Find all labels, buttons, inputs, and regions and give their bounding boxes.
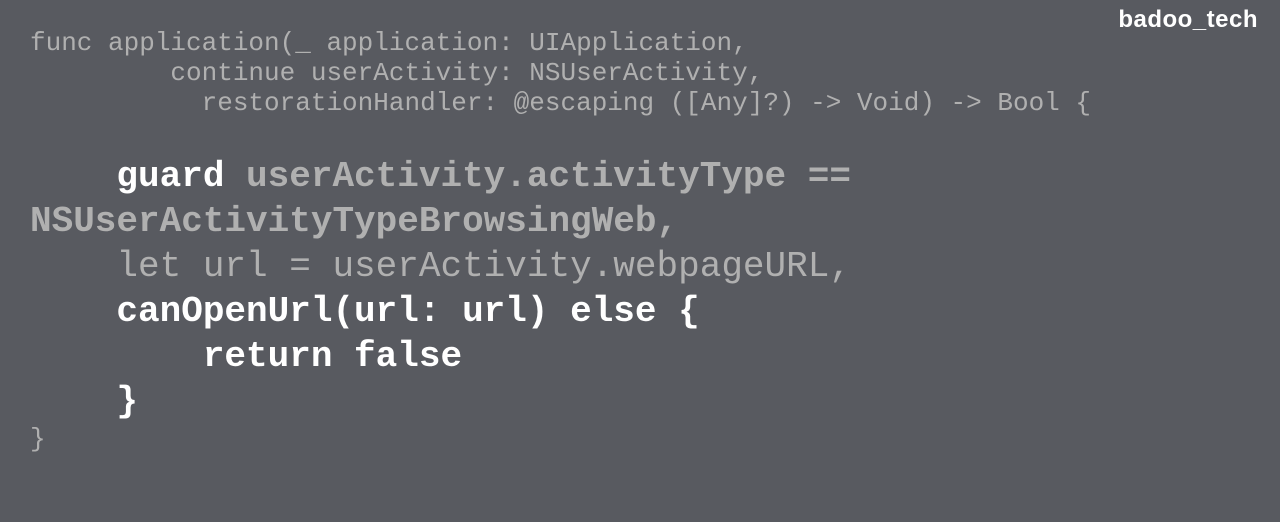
code-line-3: restorationHandler: @escaping ([Any]?) -… bbox=[30, 88, 1091, 118]
code-line-10: } bbox=[30, 424, 46, 454]
code-line-4-rest: userActivity.activityType == bbox=[224, 156, 872, 197]
code-line-2: continue userActivity: NSUserActivity, bbox=[30, 58, 763, 88]
code-line-1: func application(_ application: UIApplic… bbox=[30, 28, 748, 58]
code-line-5: NSUserActivityTypeBrowsingWeb, bbox=[30, 201, 678, 242]
code-line-4-keyword: guard bbox=[30, 156, 224, 197]
code-line-8: return false bbox=[30, 336, 462, 377]
code-line-7: canOpenUrl(url: url) else { bbox=[30, 291, 700, 332]
code-line-6: let url = userActivity.webpageURL, bbox=[30, 246, 851, 287]
code-line-9: } bbox=[30, 381, 138, 422]
slide: badoo_tech func application(_ applicatio… bbox=[0, 0, 1280, 522]
code-block: func application(_ application: UIApplic… bbox=[30, 28, 1260, 454]
